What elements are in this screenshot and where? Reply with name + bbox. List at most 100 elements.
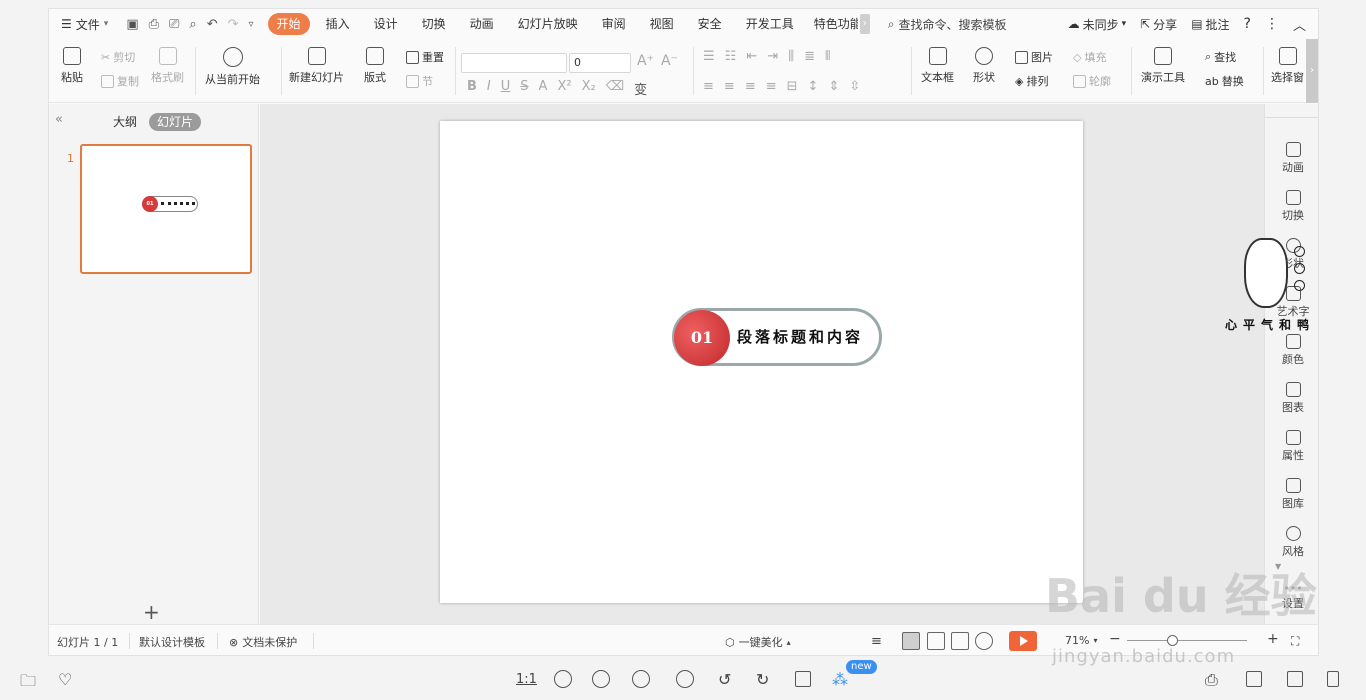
- next-icon[interactable]: [676, 670, 694, 688]
- heart-icon[interactable]: ♡: [58, 670, 72, 689]
- info-icon[interactable]: [1327, 671, 1339, 687]
- line-spacing-icon[interactable]: ↕: [808, 79, 819, 94]
- outline-button[interactable]: 轮廓: [1073, 73, 1111, 89]
- tab-transitions[interactable]: 切换: [410, 13, 458, 35]
- column-icon[interactable]: ⫴: [825, 49, 830, 64]
- beautify-button[interactable]: ⬡ 一键美化 ▴: [725, 634, 791, 650]
- grow-font-button[interactable]: A⁺: [637, 53, 654, 69]
- apps-icon[interactable]: ⁂: [832, 670, 848, 689]
- document-protection[interactable]: ⊗ 文档未保护: [229, 634, 297, 650]
- zoom-slider-track[interactable]: [1127, 640, 1247, 641]
- crop-icon[interactable]: [1287, 671, 1303, 687]
- sidebar-item-color[interactable]: 颜色: [1265, 334, 1318, 367]
- sidebar-item-chart[interactable]: 图表: [1265, 382, 1318, 415]
- align-right-icon[interactable]: ≡: [745, 79, 756, 94]
- bullet-list-icon[interactable]: ☰: [703, 49, 715, 64]
- fill-button[interactable]: ◇ 填充: [1073, 49, 1106, 65]
- tab-slideshow[interactable]: 幻灯片放映: [506, 13, 590, 35]
- save-icon[interactable]: ▣: [126, 17, 138, 32]
- italic-icon[interactable]: I: [487, 79, 491, 98]
- find-button[interactable]: ⌕ 查找: [1205, 49, 1236, 65]
- font-family-select[interactable]: [461, 53, 567, 73]
- text-box-button[interactable]: 文本框: [921, 47, 954, 85]
- tab-insert[interactable]: 插入: [314, 13, 362, 35]
- justify-icon[interactable]: ≡: [766, 79, 777, 94]
- tab-developer[interactable]: 开发工具: [734, 13, 806, 35]
- customize-icon[interactable]: ▿: [249, 19, 254, 30]
- fullscreen-icon[interactable]: [1246, 671, 1262, 687]
- zoom-in-icon[interactable]: [554, 670, 572, 688]
- more-icon[interactable]: ⋮: [1265, 16, 1279, 32]
- folder-icon[interactable]: 🗀: [20, 670, 36, 697]
- paragraph-spacing-icon[interactable]: ⇕: [828, 79, 839, 94]
- subscript-icon[interactable]: X₂: [582, 79, 596, 98]
- distribute-icon[interactable]: ⊟: [787, 79, 798, 94]
- tab-special[interactable]: 特色功能: [806, 13, 858, 35]
- sidebar-item-transition[interactable]: 切换: [1265, 190, 1318, 223]
- replace-button[interactable]: ab 替换: [1205, 73, 1244, 89]
- font-color-icon[interactable]: A: [539, 79, 548, 98]
- file-menu[interactable]: ☰ 文件 ▾: [49, 9, 116, 39]
- increase-indent-icon[interactable]: ⇥: [767, 49, 778, 64]
- tab-design[interactable]: 设计: [362, 13, 410, 35]
- font-size-select[interactable]: 0: [569, 53, 631, 73]
- selection-pane-button[interactable]: 选择窗: [1271, 47, 1304, 85]
- slide[interactable]: 01 段落标题和内容: [440, 121, 1083, 603]
- tab-review[interactable]: 审阅: [590, 13, 638, 35]
- align-text-icon[interactable]: ≣: [804, 49, 815, 64]
- sidebar-item-properties[interactable]: 属性: [1265, 430, 1318, 463]
- slide-thumbnail[interactable]: 01: [80, 144, 252, 274]
- print-preview-icon[interactable]: ⌕: [189, 17, 196, 32]
- tab-outline[interactable]: 大纲: [105, 113, 145, 131]
- strikethrough-icon[interactable]: S: [520, 79, 528, 98]
- previous-icon[interactable]: [632, 670, 650, 688]
- reset-button[interactable]: 重置: [406, 49, 444, 65]
- play-from-current-button[interactable]: 从当前开始: [205, 47, 260, 87]
- copy-button[interactable]: 复制: [101, 73, 139, 89]
- new-slide-button[interactable]: 新建幻灯片: [289, 47, 344, 85]
- print-icon[interactable]: ⎚: [169, 17, 179, 32]
- undo-icon[interactable]: ↶: [207, 17, 218, 32]
- cut-button[interactable]: ✂ 剪切: [101, 49, 135, 65]
- paste-button[interactable]: 粘贴: [61, 47, 83, 85]
- tab-animations[interactable]: 动画: [458, 13, 506, 35]
- ribbon-scroll-right-icon[interactable]: ›: [1306, 39, 1318, 103]
- superscript-icon[interactable]: X²: [557, 79, 571, 98]
- fit-window-icon[interactable]: ⛶: [1291, 634, 1299, 649]
- collapse-ribbon-icon[interactable]: ︿: [1293, 15, 1306, 34]
- bold-icon[interactable]: B: [467, 79, 477, 98]
- normal-view-icon[interactable]: [902, 632, 920, 650]
- heading-pill[interactable]: 01 段落标题和内容: [672, 308, 882, 366]
- presenter-tools-button[interactable]: 演示工具: [1141, 47, 1185, 85]
- arrange-button[interactable]: ◈ 排列: [1015, 73, 1048, 89]
- notes-toggle-icon[interactable]: ≡: [871, 634, 882, 649]
- tab-security[interactable]: 安全: [686, 13, 734, 35]
- zoom-in-icon[interactable]: +: [1267, 631, 1279, 647]
- shape-button[interactable]: 形状: [973, 47, 995, 85]
- delete-icon[interactable]: [795, 671, 811, 687]
- indent-spacing-icon[interactable]: ⇳: [849, 79, 860, 94]
- numbered-list-icon[interactable]: ☷: [725, 49, 737, 64]
- picture-button[interactable]: 图片: [1015, 49, 1053, 65]
- sidebar-item-gallery[interactable]: 图库: [1265, 478, 1318, 511]
- zoom-slider-handle[interactable]: [1167, 635, 1178, 646]
- slide-sorter-icon[interactable]: [927, 632, 945, 650]
- format-painter-button[interactable]: 格式刷: [151, 47, 184, 85]
- tab-home[interactable]: 开始: [267, 13, 310, 35]
- command-search[interactable]: ⌕ 查找命令、搜索模板: [888, 16, 1007, 33]
- text-direction-icon[interactable]: ⫼: [788, 49, 794, 64]
- decrease-indent-icon[interactable]: ⇤: [746, 49, 757, 64]
- section-button[interactable]: 节: [406, 73, 433, 89]
- reading-view-icon[interactable]: [951, 632, 969, 650]
- tab-slides[interactable]: 幻灯片: [149, 113, 202, 131]
- tab-view[interactable]: 视图: [638, 13, 686, 35]
- slideshow-play-button[interactable]: [1009, 631, 1037, 651]
- zoom-out-icon[interactable]: −: [1109, 631, 1121, 647]
- sidebar-item-style[interactable]: 风格: [1265, 526, 1318, 559]
- tabs-scroll-right-icon[interactable]: ›: [859, 14, 870, 34]
- rotate-right-icon[interactable]: ↻: [756, 670, 769, 689]
- zoom-out-icon[interactable]: [592, 670, 610, 688]
- print-icon[interactable]: ⎙: [1205, 670, 1218, 690]
- align-center-icon[interactable]: ≡: [724, 79, 735, 94]
- sync-button[interactable]: ☁ 未同步 ▾: [1068, 16, 1127, 33]
